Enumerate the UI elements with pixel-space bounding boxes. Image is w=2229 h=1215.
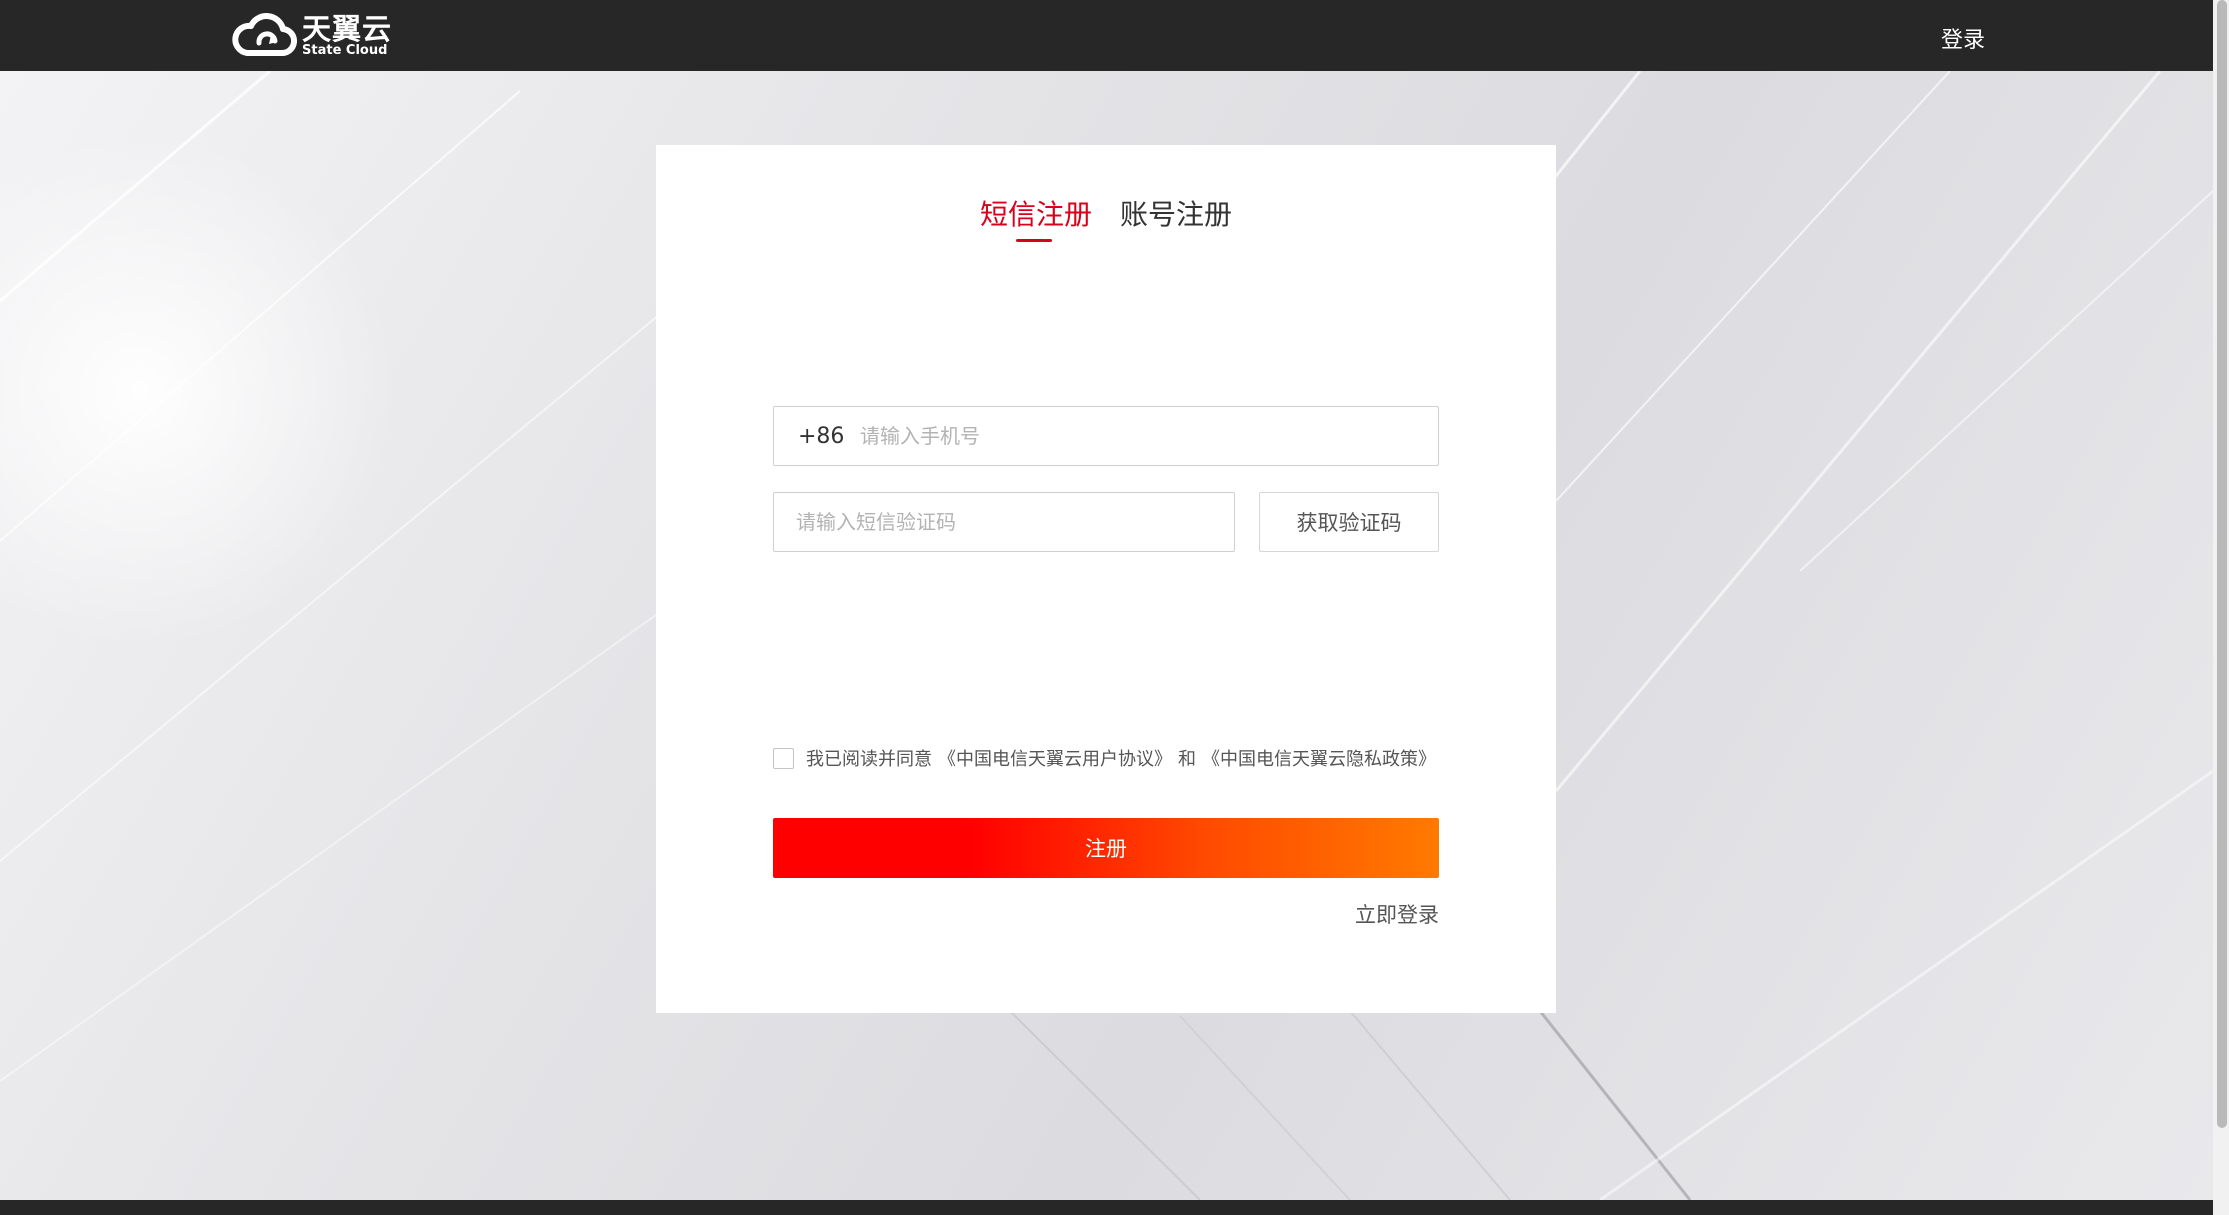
login-now-label[interactable]: 立即登录 [1355, 903, 1439, 927]
page: 天翼云 State Cloud 登录 短信注册 账号注册 +86 获取验证码 我… [0, 0, 2213, 1215]
user-agreement-link[interactable]: 《中国电信天翼云用户协议》 [938, 745, 1172, 771]
scrollbar-thumb[interactable] [2217, 0, 2227, 1128]
agree-prefix-text: 我已阅读并同意 [806, 749, 932, 770]
vertical-scrollbar[interactable] [2213, 0, 2229, 1215]
sms-code-input[interactable] [796, 510, 1216, 534]
tab-account-register-label: 账号注册 [1120, 198, 1233, 231]
register-card: 短信注册 账号注册 +86 获取验证码 我已阅读并同意 《中国电信天翼云用户协议… [656, 145, 1556, 1013]
cloud-logo-icon [229, 13, 299, 59]
bottom-bar [0, 1200, 2213, 1215]
register-button[interactable]: 注册 [773, 818, 1439, 878]
logo-name-cn: 天翼云 [302, 12, 393, 46]
register-tabs: 短信注册 账号注册 [656, 197, 1556, 247]
login-now-link: 立即登录 [656, 899, 1439, 929]
tab-sms-register[interactable]: 短信注册 [980, 197, 1092, 247]
agreement-row: 我已阅读并同意 《中国电信天翼云用户协议》 和 《中国电信天翼云隐私政策》 [773, 745, 1442, 771]
logo-name-en: State Cloud [302, 43, 388, 58]
agree-and-text: 和 [1178, 749, 1196, 770]
phone-field: +86 [773, 406, 1439, 466]
country-code-prefix[interactable]: +86 [798, 424, 858, 449]
logo-text: 天翼云 State Cloud [302, 14, 392, 58]
agree-checkbox[interactable] [773, 747, 794, 769]
brand-logo[interactable]: 天翼云 State Cloud [229, 12, 392, 60]
privacy-policy-link[interactable]: 《中国电信天翼云隐私政策》 [1202, 745, 1436, 771]
top-navbar: 天翼云 State Cloud 登录 [0, 0, 2213, 71]
sms-code-field [773, 492, 1235, 552]
get-code-button[interactable]: 获取验证码 [1259, 492, 1439, 552]
tab-account-register[interactable]: 账号注册 [1120, 197, 1232, 247]
active-tab-indicator [1015, 239, 1052, 242]
phone-input[interactable] [860, 424, 1420, 448]
header-login-link[interactable]: 登录 [1941, 22, 1985, 54]
tab-sms-register-label: 短信注册 [979, 198, 1092, 231]
